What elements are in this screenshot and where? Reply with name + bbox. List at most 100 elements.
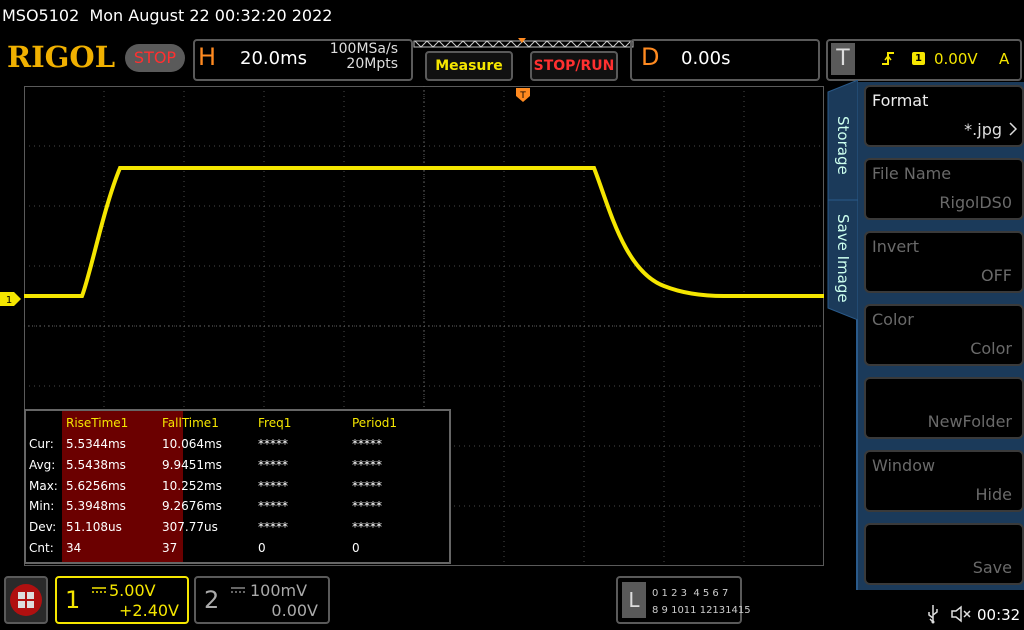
measurement-value: 0	[352, 541, 360, 555]
clock: 00:32	[977, 606, 1021, 624]
measurement-value: 37	[162, 541, 178, 555]
measurement-value: 34	[66, 541, 82, 555]
datetime: Mon August 22 00:32:20 2022	[89, 6, 333, 25]
trigger-level: 0.00V	[934, 50, 978, 68]
ch1-marker-label: 1	[6, 295, 12, 306]
measurement-value: 9.9451ms	[162, 457, 222, 472]
digital-row-1: 0 1 2 3 4 5 6 7	[652, 588, 729, 599]
measurement-column-header: FallTime1	[162, 416, 219, 430]
measurement-value: *****	[258, 437, 288, 451]
chevron-right-icon	[1009, 122, 1018, 136]
measurement-value: 0	[258, 541, 266, 555]
measurement-row-label: Avg:	[29, 457, 56, 472]
trigger-source-badge: 1	[912, 52, 925, 65]
side-menu-button[interactable]: Color Color	[864, 304, 1024, 366]
speaker-muted-icon[interactable]	[950, 604, 972, 624]
ch2-scale: 100mV	[250, 581, 308, 600]
side-menu-button[interactable]: Window Hide	[864, 450, 1024, 512]
rigol-logo: RIGOL	[7, 40, 116, 74]
measurement-column-header: Period1	[352, 416, 398, 430]
side-menu-button-value: OFF	[981, 266, 1012, 285]
svg-text:T: T	[519, 91, 526, 101]
measurement-row-label: Dev:	[29, 520, 57, 535]
measurement-value: 10.064ms	[162, 437, 222, 451]
sample-info: 100MSa/s 20Mpts	[320, 42, 398, 72]
ch1-offset-marker[interactable]: 1	[0, 291, 24, 307]
measurement-row-label: Min:	[29, 499, 55, 514]
status-text: MSO5102 Mon August 22 00:32:20 2022	[2, 6, 332, 25]
trigger-letter: T	[831, 43, 855, 75]
side-menu-button-value: *.jpg	[964, 120, 1002, 139]
status-bar: MSO5102 Mon August 22 00:32:20 2022	[0, 0, 1024, 34]
ch1-number: 1	[65, 586, 81, 614]
timebase-value: 20.0ms	[240, 48, 307, 69]
measurement-value: 51.108us	[66, 520, 122, 535]
measurement-value: 10.252ms	[162, 478, 222, 493]
measurement-value: *****	[258, 478, 288, 493]
ch1-scale: 5.00V	[109, 581, 156, 600]
sample-rate: 100MSa/s	[329, 41, 398, 57]
measurement-value: *****	[352, 499, 382, 514]
dc-coupling-icon	[231, 587, 245, 593]
delay-letter: D	[641, 43, 660, 71]
rising-edge-icon	[882, 52, 894, 65]
side-menu-button-value: RigolDS0	[939, 193, 1012, 212]
side-menu-button-value: Save	[972, 558, 1012, 577]
measurement-value: *****	[258, 457, 288, 472]
side-menu-button-value: Color	[970, 339, 1012, 358]
side-menu-button-title: File Name	[872, 164, 952, 183]
side-menu-button-title: Color	[872, 310, 914, 329]
memory-depth: 20Mpts	[346, 56, 398, 72]
measurement-value: 5.6256ms	[66, 478, 126, 493]
measurement-value: *****	[352, 437, 382, 451]
measurement-value: 5.5438ms	[66, 457, 126, 472]
measurement-value: *****	[352, 478, 382, 493]
side-menu-button[interactable]: File Name RigolDS0	[864, 158, 1024, 220]
measurement-value: *****	[258, 499, 288, 514]
measurement-row-label: Max:	[29, 478, 58, 493]
ch2-settings[interactable]: 2 100mV 0.00V	[194, 576, 330, 624]
digital-row-2: 8 9 1011 12131415	[652, 605, 751, 616]
memory-position-indicator	[413, 38, 634, 48]
model-name: MSO5102	[2, 6, 80, 25]
measurement-row-label: Cnt:	[29, 541, 54, 555]
measurement-value: 5.5344ms	[66, 437, 126, 451]
measure-button[interactable]: Measure	[425, 51, 513, 81]
measurement-value: *****	[352, 520, 382, 535]
digital-channels[interactable]: L 0 1 2 3 4 5 6 7 8 9 1011 12131415	[616, 576, 751, 624]
trigger-mode: A	[999, 50, 1010, 68]
side-menu-button[interactable]: NewFolder	[864, 377, 1024, 439]
tab-storage[interactable]: Storage	[834, 116, 852, 175]
measurement-value: 9.2676ms	[162, 499, 222, 514]
measurement-value: *****	[352, 457, 382, 472]
side-menu-button-title: Invert	[872, 237, 920, 256]
tab-save-image[interactable]: Save Image	[834, 214, 852, 303]
dc-coupling-icon	[92, 587, 106, 593]
side-menu-button-value: NewFolder	[927, 412, 1012, 431]
side-menu-button-value: Hide	[975, 485, 1012, 504]
side-menu-button[interactable]: Save	[864, 523, 1024, 585]
run-state-badge[interactable]: STOP	[125, 44, 185, 72]
usb-icon	[928, 605, 938, 624]
trigger-position-marker[interactable]: T	[516, 86, 530, 108]
measurement-value: 307.77us	[162, 520, 218, 535]
horizontal-letter: H	[198, 43, 217, 71]
digital-letter: L	[622, 582, 646, 618]
menu-grid-icon	[10, 584, 42, 616]
stop-run-button[interactable]: STOP/RUN	[530, 51, 618, 81]
measurement-row-label: Cur:	[29, 437, 54, 451]
delay-value: 0.00s	[681, 48, 731, 69]
ch1-settings[interactable]: 1 5.00V +2.40V	[55, 576, 189, 624]
measurement-column-header: Freq1	[258, 416, 292, 430]
measurement-value: 5.3948ms	[66, 499, 126, 514]
ch2-number: 2	[204, 586, 220, 614]
ch1-offset: +2.40V	[119, 601, 179, 620]
side-menu-button[interactable]: Invert OFF	[864, 231, 1024, 293]
ch2-offset: 0.00V	[271, 601, 318, 620]
measurement-table: RiseTime1 FallTime1 Freq1 Period1 Cur: 5.5344…	[24, 409, 451, 564]
side-menu-button[interactable]: Format *.jpg	[864, 85, 1024, 147]
side-menu: Format *.jpg File Name RigolDS0 Invert OFF Col…	[856, 82, 1024, 590]
measurement-value: *****	[258, 520, 288, 535]
main-menu-button[interactable]	[4, 576, 48, 624]
side-menu-button-title: Window	[872, 456, 936, 475]
